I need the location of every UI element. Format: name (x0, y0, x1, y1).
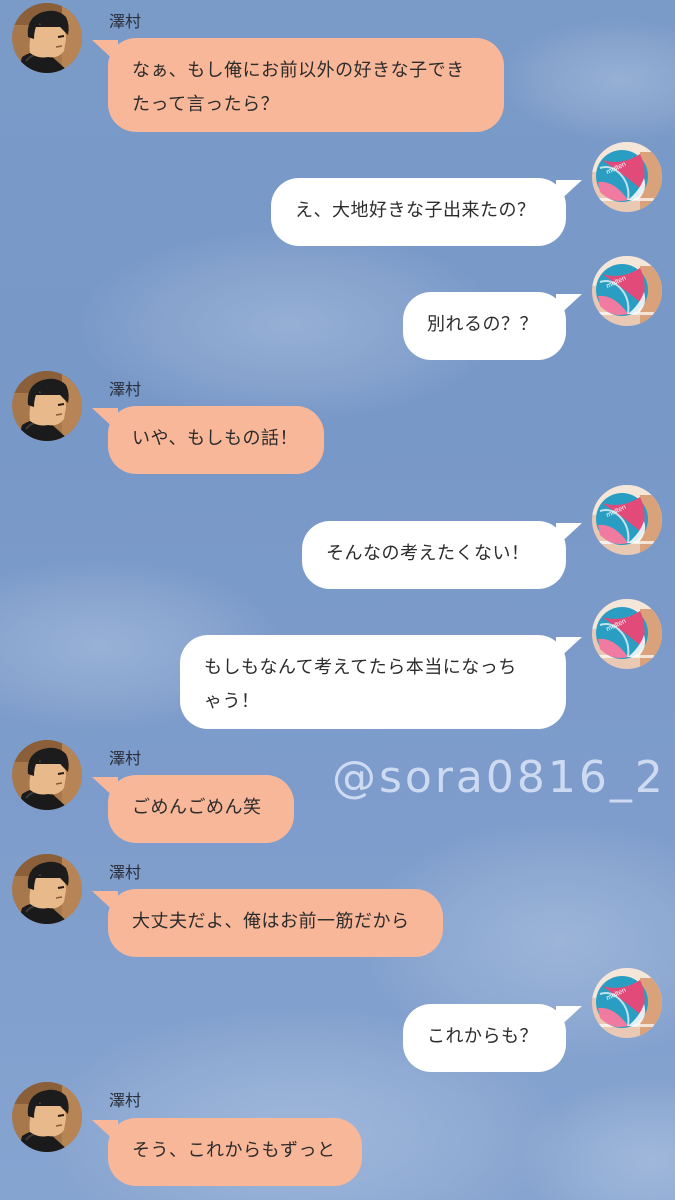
incoming-message-bubble[interactable]: そう、これからもずっと (92, 1118, 362, 1186)
character-avatar-icon (12, 1082, 82, 1152)
volleyball-avatar-icon (592, 599, 662, 669)
outgoing-message-bubble[interactable]: もしもなんて考えてたら本当になっち ゃう！ (180, 635, 582, 729)
outgoing-message-bubble[interactable]: 別れるの？？ (403, 292, 582, 360)
outgoing-message-bubble[interactable]: そんなの考えたくない！ (302, 521, 582, 589)
background-cloud (500, 20, 675, 140)
sender-name: 澤村 (109, 12, 142, 31)
contact-avatar[interactable] (12, 1082, 82, 1152)
incoming-message-bubble[interactable]: なぁ、もし俺にお前以外の好きな子でき たって言ったら？ (92, 38, 504, 132)
contact-avatar[interactable] (12, 3, 82, 73)
character-avatar-icon (12, 854, 82, 924)
incoming-message-bubble[interactable]: 大丈夫だよ、俺はお前一筋だから (92, 889, 443, 957)
contact-avatar[interactable] (12, 371, 82, 441)
sender-name: 澤村 (109, 1091, 142, 1110)
sender-name: 澤村 (109, 749, 142, 768)
contact-avatar[interactable] (12, 854, 82, 924)
volleyball-avatar-icon (592, 142, 662, 212)
self-avatar[interactable] (592, 256, 662, 326)
volleyball-avatar-icon (592, 485, 662, 555)
volleyball-avatar-icon (592, 256, 662, 326)
self-avatar[interactable] (592, 485, 662, 555)
self-avatar[interactable] (592, 599, 662, 669)
background-cloud (520, 1080, 675, 1200)
contact-avatar[interactable] (12, 740, 82, 810)
incoming-message-bubble[interactable]: いや、もしもの話！ (92, 406, 324, 474)
outgoing-message-bubble[interactable]: え、大地好きな子出来たの？ (271, 178, 582, 246)
watermark: @sora0816_2 (332, 752, 666, 803)
character-avatar-icon (12, 371, 82, 441)
incoming-message-bubble[interactable]: ごめんごめん笑 (92, 775, 294, 843)
chat-screen: molten 澤村 なぁ、もし俺にお前以外の好きな子でき たって言ったら？ え、… (0, 0, 675, 1200)
sender-name: 澤村 (109, 863, 142, 882)
self-avatar[interactable] (592, 142, 662, 212)
outgoing-message-bubble[interactable]: これからも？ (403, 1004, 582, 1072)
character-avatar-icon (12, 3, 82, 73)
self-avatar[interactable] (592, 968, 662, 1038)
sender-name: 澤村 (109, 380, 142, 399)
volleyball-avatar-icon (592, 968, 662, 1038)
character-avatar-icon (12, 740, 82, 810)
